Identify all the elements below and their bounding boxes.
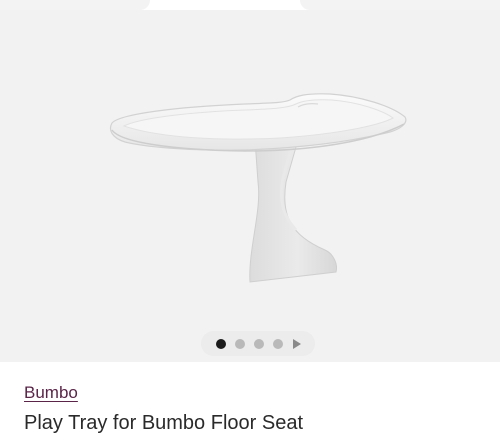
product-image-gallery[interactable] [0, 10, 500, 362]
carousel-dot-4[interactable] [273, 338, 283, 349]
brand-link[interactable]: Bumbo [24, 383, 78, 403]
carousel-dot-1[interactable] [216, 338, 226, 349]
product-title: Play Tray for Bumbo Floor Seat [24, 412, 304, 434]
play-tray-product-image [109, 93, 407, 283]
top-shade-right [300, 0, 500, 10]
product-page: Bumbo Play Tray for Bumbo Floor Seat [0, 0, 500, 442]
top-shade-left [0, 0, 150, 10]
play-triangle-icon[interactable] [293, 338, 301, 349]
carousel-dot-2[interactable] [235, 338, 245, 349]
carousel-indicator [201, 331, 315, 356]
carousel-dot-3[interactable] [254, 338, 264, 349]
top-strip [0, 0, 500, 10]
